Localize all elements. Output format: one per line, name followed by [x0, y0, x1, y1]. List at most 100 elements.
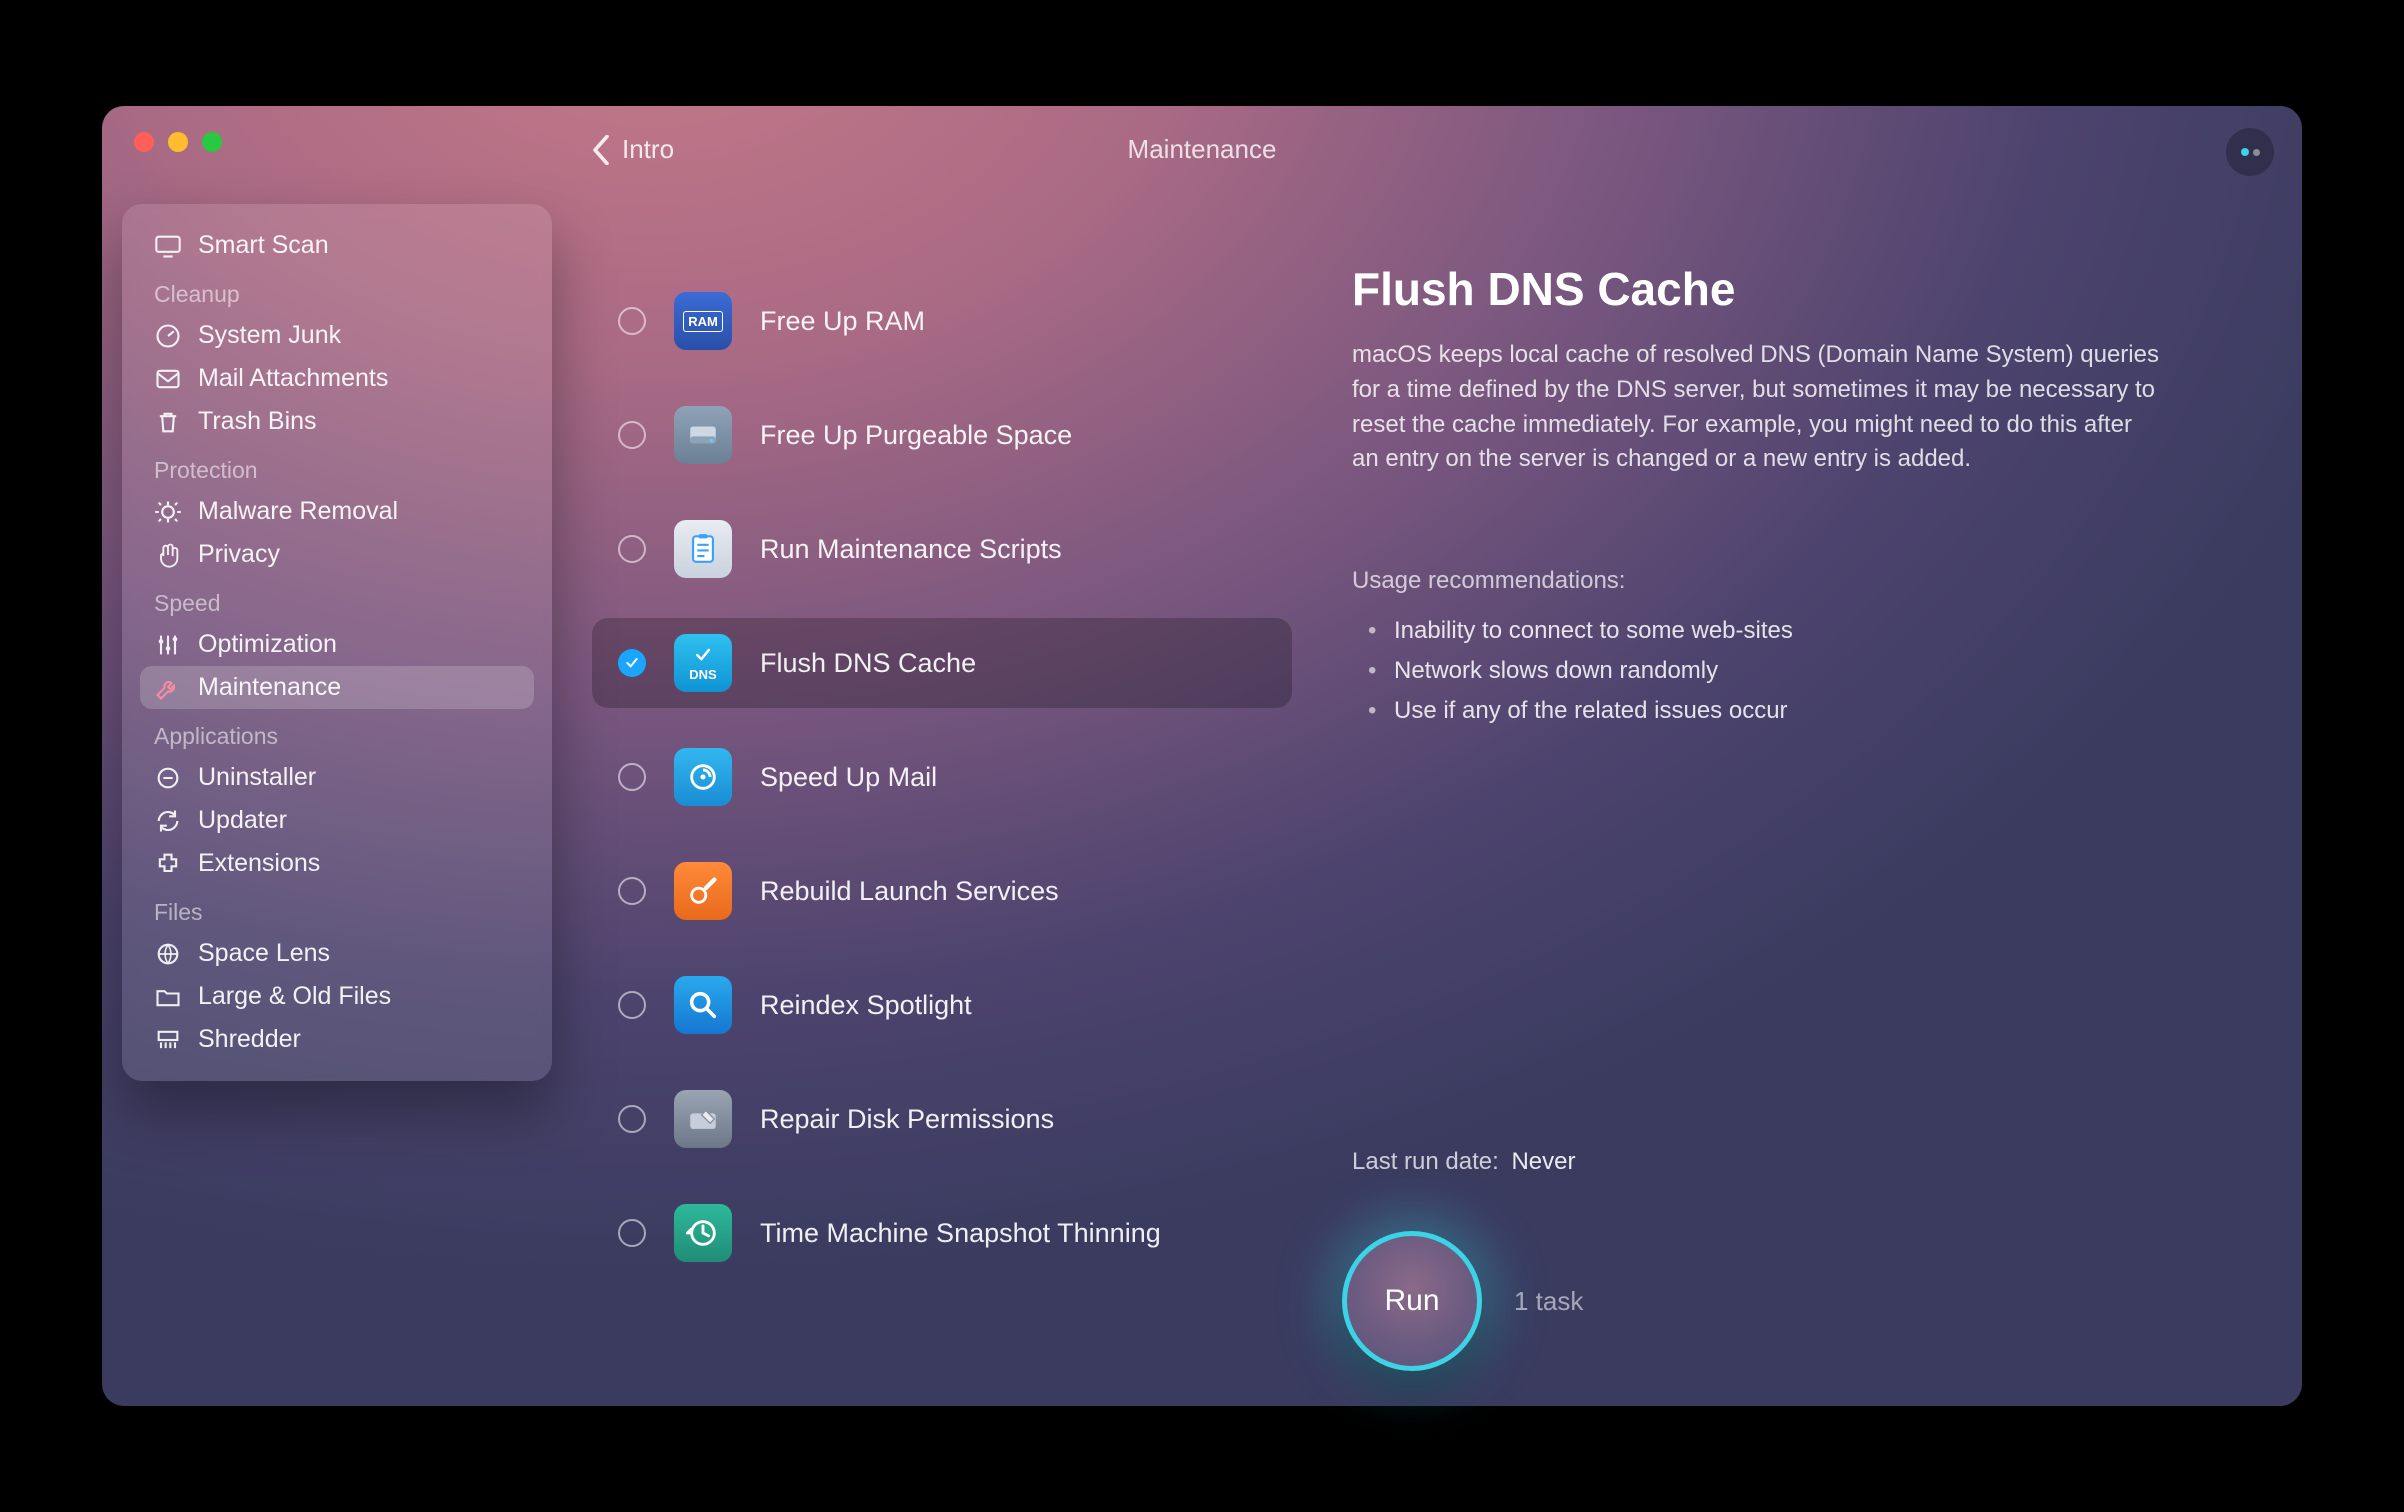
app-window: Intro Maintenance Smart Scan Cleanup Sys…	[102, 106, 2302, 1406]
last-run-value: Never	[1511, 1148, 1575, 1175]
usage-recommendations-title: Usage recommendations:	[1352, 567, 2262, 595]
sidebar-item-label: Trash Bins	[198, 407, 317, 436]
task-time-machine-thinning[interactable]: Time Machine Snapshot Thinning	[592, 1188, 1292, 1278]
task-rebuild-launch-services[interactable]: Rebuild Launch Services	[592, 846, 1292, 936]
lens-icon	[154, 940, 182, 968]
usage-item: Use if any of the related issues occur	[1362, 691, 2262, 731]
task-checkbox[interactable]	[618, 307, 646, 335]
fullscreen-window-button[interactable]	[202, 132, 222, 152]
sidebar-item-space-lens[interactable]: Space Lens	[140, 932, 534, 975]
task-label: Speed Up Mail	[760, 762, 937, 793]
task-label: Reindex Spotlight	[760, 990, 972, 1021]
task-checkbox[interactable]	[618, 649, 646, 677]
task-label: Repair Disk Permissions	[760, 1104, 1054, 1135]
mail-icon	[154, 365, 182, 393]
sidebar-item-label: Updater	[198, 806, 287, 835]
run-button-label: Run	[1384, 1284, 1439, 1318]
time-machine-icon	[674, 1204, 732, 1262]
sidebar-item-system-junk[interactable]: System Junk	[140, 314, 534, 357]
task-repair-disk-permissions[interactable]: Repair Disk Permissions	[592, 1074, 1292, 1164]
shredder-icon	[154, 1026, 182, 1054]
task-checkbox[interactable]	[618, 421, 646, 449]
clipboard-icon	[674, 520, 732, 578]
task-free-up-purgeable-space[interactable]: Free Up Purgeable Space	[592, 390, 1292, 480]
sidebar-item-label: Privacy	[198, 540, 280, 569]
task-checkbox[interactable]	[618, 763, 646, 791]
task-checkbox[interactable]	[618, 535, 646, 563]
minimize-window-button[interactable]	[168, 132, 188, 152]
task-checkbox[interactable]	[618, 1219, 646, 1247]
ram-icon: RAM	[674, 292, 732, 350]
status-dot-icon	[2253, 149, 2260, 156]
task-speed-up-mail[interactable]: Speed Up Mail	[592, 732, 1292, 822]
task-free-up-ram[interactable]: RAM Free Up RAM	[592, 276, 1292, 366]
task-count: 1 task	[1514, 1286, 1583, 1317]
header: Intro Maintenance	[102, 106, 2302, 194]
window-controls	[134, 132, 222, 152]
sidebar-item-shredder[interactable]: Shredder	[140, 1018, 534, 1061]
sidebar-item-label: Large & Old Files	[198, 982, 391, 1011]
sidebar-item-label: Smart Scan	[198, 231, 329, 260]
sidebar-section-applications: Applications	[140, 709, 534, 756]
sidebar-item-large-old-files[interactable]: Large & Old Files	[140, 975, 534, 1018]
sidebar-item-label: Shredder	[198, 1025, 301, 1054]
content-area: RAM Free Up RAM Free Up Purgeable Space …	[592, 256, 2262, 1366]
gauge-icon	[154, 322, 182, 350]
hand-icon	[154, 541, 182, 569]
sidebar-item-label: Space Lens	[198, 939, 330, 968]
status-dot-icon	[2241, 148, 2249, 156]
sidebar-item-mail-attachments[interactable]: Mail Attachments	[140, 357, 534, 400]
display-icon	[154, 232, 182, 260]
detail-description: macOS keeps local cache of resolved DNS …	[1352, 338, 2162, 477]
sidebar-item-optimization[interactable]: Optimization	[140, 623, 534, 666]
back-button[interactable]: Intro	[592, 134, 674, 165]
sidebar-item-smart-scan[interactable]: Smart Scan	[140, 224, 534, 267]
sidebar-item-privacy[interactable]: Privacy	[140, 533, 534, 576]
sidebar-section-cleanup: Cleanup	[140, 267, 534, 314]
task-reindex-spotlight[interactable]: Reindex Spotlight	[592, 960, 1292, 1050]
trash-icon	[154, 408, 182, 436]
back-label: Intro	[622, 134, 674, 165]
task-flush-dns-cache[interactable]: DNS Flush DNS Cache	[592, 618, 1292, 708]
sidebar-item-trash-bins[interactable]: Trash Bins	[140, 400, 534, 443]
bug-icon	[154, 498, 182, 526]
sidebar-item-updater[interactable]: Updater	[140, 799, 534, 842]
usage-item: Inability to connect to some web-sites	[1362, 611, 2262, 651]
sidebar-section-files: Files	[140, 885, 534, 932]
wrench-icon	[154, 674, 182, 702]
task-label: Free Up Purgeable Space	[760, 420, 1072, 451]
run-button[interactable]: Run	[1342, 1231, 1482, 1371]
sidebar: Smart Scan Cleanup System Junk Mail Atta…	[122, 204, 552, 1081]
task-checkbox[interactable]	[618, 1105, 646, 1133]
refresh-icon	[154, 807, 182, 835]
page-title: Maintenance	[102, 134, 2302, 165]
uninstall-icon	[154, 764, 182, 792]
folder-icon	[154, 983, 182, 1011]
task-checkbox[interactable]	[618, 877, 646, 905]
task-label: Rebuild Launch Services	[760, 876, 1059, 907]
sidebar-section-speed: Speed	[140, 576, 534, 623]
sidebar-item-maintenance[interactable]: Maintenance	[140, 666, 534, 709]
assistant-menu-button[interactable]	[2226, 128, 2274, 176]
task-checkbox[interactable]	[618, 991, 646, 1019]
sidebar-item-label: Uninstaller	[198, 763, 316, 792]
search-icon	[674, 976, 732, 1034]
detail-panel: Flush DNS Cache macOS keeps local cache …	[1352, 256, 2262, 1366]
close-window-button[interactable]	[134, 132, 154, 152]
task-run-maintenance-scripts[interactable]: Run Maintenance Scripts	[592, 504, 1292, 594]
sidebar-item-label: Maintenance	[198, 673, 341, 702]
sidebar-item-malware-removal[interactable]: Malware Removal	[140, 490, 534, 533]
task-label: Free Up RAM	[760, 306, 925, 337]
chevron-left-icon	[592, 135, 610, 165]
task-list: RAM Free Up RAM Free Up Purgeable Space …	[592, 256, 1292, 1366]
sidebar-item-label: Malware Removal	[198, 497, 398, 526]
dns-icon: DNS	[674, 634, 732, 692]
sidebar-item-extensions[interactable]: Extensions	[140, 842, 534, 885]
sidebar-item-label: System Junk	[198, 321, 341, 350]
checkmark-icon	[624, 655, 640, 671]
sidebar-item-uninstaller[interactable]: Uninstaller	[140, 756, 534, 799]
usage-item: Network slows down randomly	[1362, 651, 2262, 691]
sidebar-item-label: Extensions	[198, 849, 320, 878]
mail-speed-icon	[674, 748, 732, 806]
task-label: Time Machine Snapshot Thinning	[760, 1218, 1161, 1249]
